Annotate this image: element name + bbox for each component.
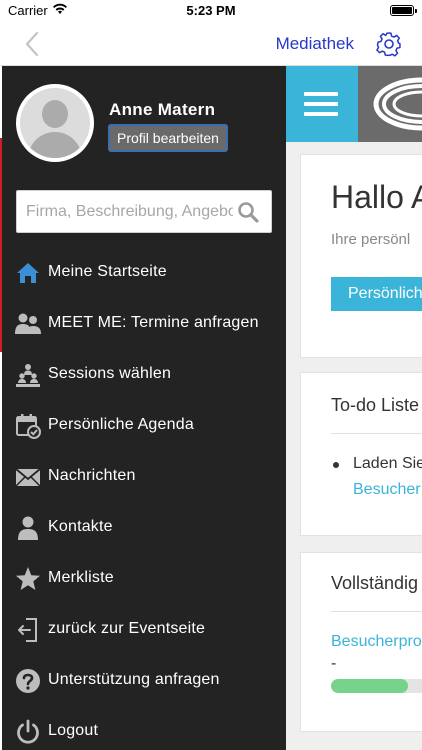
- todo-item-link[interactable]: Besucher: [353, 481, 421, 499]
- menu-item-label: Logout: [48, 722, 99, 739]
- nav-title-link[interactable]: Mediathek: [276, 34, 354, 54]
- status-bar: Carrier 5:23 PM: [0, 0, 422, 22]
- welcome-heading: Hallo A: [331, 179, 422, 215]
- menu-item-contacts[interactable]: Kontakte: [2, 505, 286, 551]
- main-content: Hallo A Ihre persönl Persönlich To-do Li…: [286, 66, 422, 750]
- completeness-heading: Vollständig: [331, 573, 419, 593]
- menu-item-label: Unterstützung anfragen: [48, 671, 220, 688]
- exit-door-icon: [18, 618, 37, 642]
- menu-item-label: Nachrichten: [48, 467, 136, 484]
- welcome-card: Hallo A Ihre persönl Persönlich: [300, 154, 422, 358]
- personal-button[interactable]: Persönlich: [331, 277, 422, 311]
- user-name: Anne Matern: [109, 100, 216, 119]
- side-drawer: Anne Matern Profil bearbeiten Meine Star…: [2, 66, 286, 750]
- calendar-check-icon: [16, 414, 41, 439]
- menu-item-label: zurück zur Eventseite: [48, 620, 206, 637]
- todo-item-text: Laden Sie: [353, 455, 422, 472]
- menu-item-label: Kontakte: [48, 518, 113, 535]
- menu-item-messages[interactable]: Nachrichten: [2, 454, 286, 500]
- menu-item-label: Merkliste: [48, 569, 114, 586]
- audience-icon: [16, 364, 40, 387]
- todo-card: To-do Liste Laden Sie Besucher: [300, 372, 422, 536]
- completeness-dash: -: [331, 655, 337, 672]
- search-icon[interactable]: [237, 201, 259, 223]
- todo-heading: To-do Liste: [331, 395, 420, 415]
- event-logo: [358, 66, 422, 142]
- menu-item-agenda[interactable]: Persönliche Agenda: [2, 403, 286, 449]
- app-screen: Carrier 5:23 PM Mediathek Hallo A Ihre p…: [0, 0, 422, 750]
- welcome-subtitle: Ihre persönl: [331, 231, 411, 248]
- clock: 5:23 PM: [186, 3, 236, 18]
- search-input[interactable]: [17, 191, 233, 232]
- profile-progress-bar: [331, 679, 422, 693]
- menu-item-label: Meine Startseite: [48, 263, 167, 280]
- power-icon: [17, 719, 39, 744]
- menu-item-label: Persönliche Agenda: [48, 416, 194, 433]
- navigation-bar: Mediathek: [0, 22, 422, 66]
- menu-item-home[interactable]: Meine Startseite: [2, 250, 286, 296]
- people-icon: [15, 313, 41, 334]
- chevron-left-icon[interactable]: [22, 30, 42, 58]
- menu-item-back-to-event[interactable]: zurück zur Eventseite: [2, 607, 286, 653]
- envelope-icon: [15, 468, 41, 487]
- home-icon: [17, 263, 39, 283]
- menu-item-watchlist[interactable]: Merkliste: [2, 556, 286, 602]
- star-icon: [16, 567, 40, 590]
- menu-item-label: MEET ME: Termine anfragen: [48, 314, 259, 331]
- question-icon: [16, 669, 40, 693]
- search-box: [16, 190, 272, 233]
- person-icon: [18, 516, 38, 540]
- completeness-card: Vollständig Besucherpro -: [300, 552, 422, 732]
- logo-rings-icon: [373, 77, 422, 131]
- menu-item-logout[interactable]: Logout: [2, 709, 286, 750]
- menu-item-support[interactable]: Unterstützung anfragen: [2, 658, 286, 704]
- menu-item-label: Sessions wählen: [48, 365, 172, 382]
- menu-item-sessions[interactable]: Sessions wählen: [2, 352, 286, 398]
- battery-icon: [390, 5, 417, 16]
- main-header: [286, 66, 422, 142]
- gear-icon[interactable]: [376, 31, 402, 57]
- menu-item-meet-me[interactable]: MEET ME: Termine anfragen: [2, 301, 286, 347]
- visitor-profile-link[interactable]: Besucherpro: [331, 633, 422, 651]
- edit-profile-button[interactable]: Profil bearbeiten: [108, 124, 228, 152]
- menu-toggle-button[interactable]: [286, 66, 358, 142]
- avatar[interactable]: [16, 84, 94, 162]
